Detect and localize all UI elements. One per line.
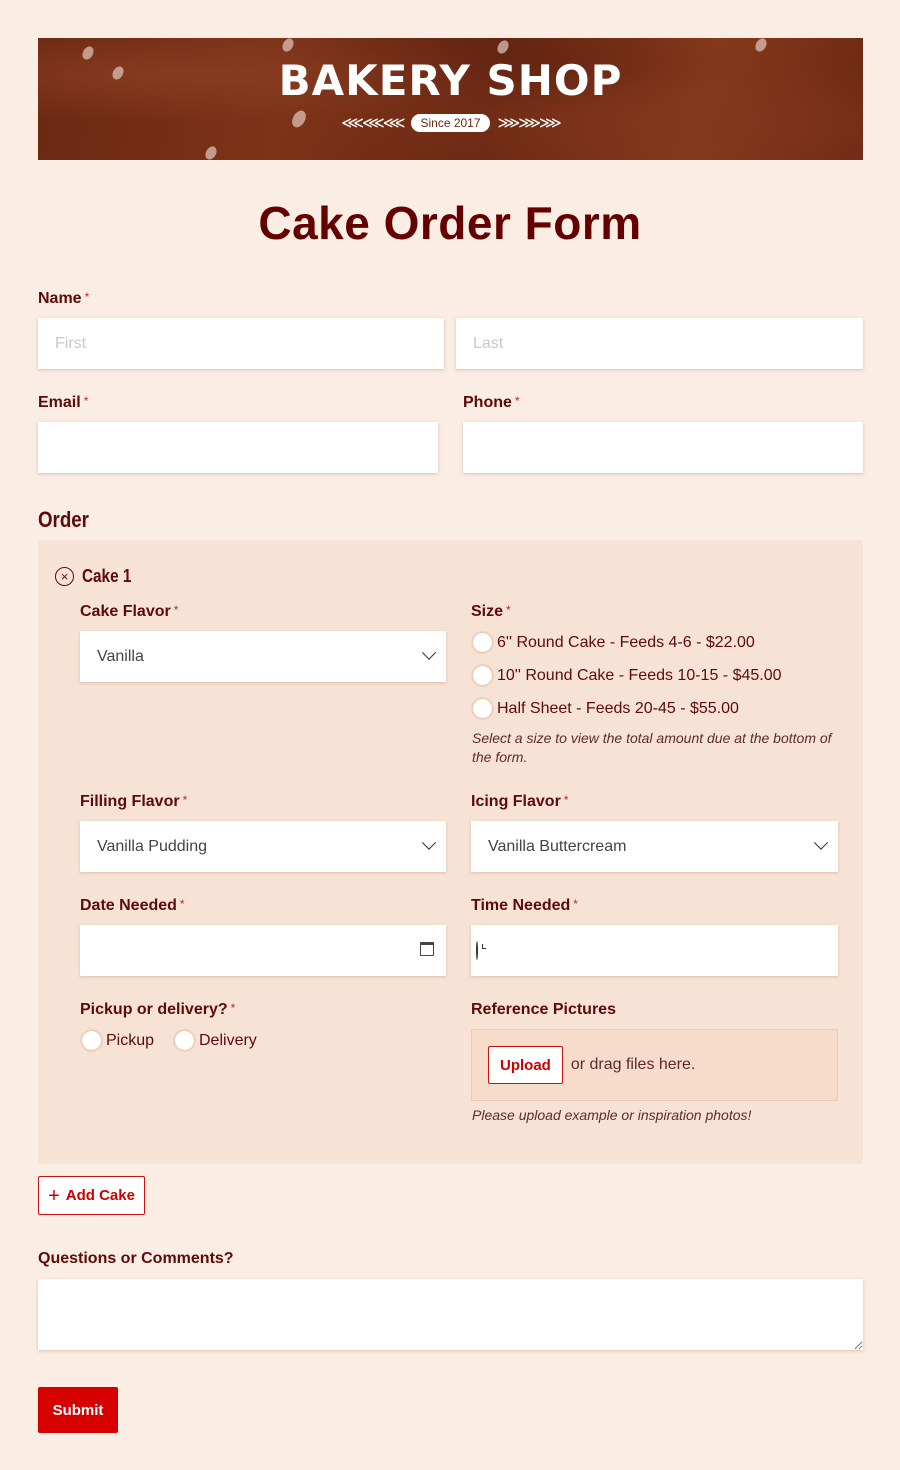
last-name-input[interactable] <box>456 318 863 369</box>
delivery-option[interactable]: Delivery <box>175 1031 257 1050</box>
decor-flake <box>495 38 511 56</box>
chevron-down-icon <box>421 835 437 850</box>
wheat-icon: ⋘⋘⋘ <box>341 115 405 132</box>
icing-flavor-label-text: Icing Flavor <box>471 793 561 810</box>
delivery-option-label: Delivery <box>199 1031 257 1049</box>
submit-button[interactable]: Submit <box>38 1387 118 1433</box>
bakery-banner: BAKERY SHOP ⋘⋘⋘ Since 2017 ⋙⋙⋙ <box>38 38 863 160</box>
required-mark: * <box>84 290 90 304</box>
date-needed-input[interactable] <box>80 925 446 976</box>
email-input[interactable] <box>38 422 438 473</box>
drag-files-text: or drag files here. <box>570 1056 696 1073</box>
filling-flavor-value: Vanilla Pudding <box>97 837 208 855</box>
name-label-text: Name <box>38 290 82 307</box>
size-option-10-round[interactable]: 10'' Round Cake - Feeds 10-15 - $45.00 <box>473 666 782 685</box>
remove-cake-icon[interactable]: × <box>55 567 74 586</box>
cake-title: Cake 1 <box>82 566 132 586</box>
chevron-down-icon <box>813 835 829 850</box>
cake-header: × Cake 1 <box>55 566 140 587</box>
decor-flake <box>753 38 769 54</box>
size-option-label: 10'' Round Cake - Feeds 10-15 - $45.00 <box>497 666 782 684</box>
icing-flavor-label: Icing Flavor * <box>471 793 568 811</box>
pickup-delivery-label: Pickup or delivery? * <box>80 1001 235 1019</box>
banner-subtitle-row: ⋘⋘⋘ Since 2017 ⋙⋙⋙ <box>38 113 863 133</box>
size-help-text: Select a size to view the total amount d… <box>472 730 832 765</box>
required-mark: * <box>179 897 185 911</box>
page-title: Cake Order Form <box>258 197 642 249</box>
required-mark: * <box>182 793 188 807</box>
plus-icon: + <box>48 1184 60 1207</box>
cake-flavor-select[interactable]: Vanilla <box>80 631 446 682</box>
chevron-down-icon <box>421 645 437 660</box>
time-needed-label-text: Time Needed <box>471 897 571 914</box>
radio-button[interactable] <box>473 666 492 685</box>
banner-title: BAKERY SHOP <box>278 56 623 105</box>
comments-label: Questions or Comments? <box>38 1250 234 1267</box>
order-section-title: Order <box>38 507 89 532</box>
email-label-text: Email <box>38 394 81 411</box>
decor-flake <box>203 144 219 160</box>
email-label: Email * <box>38 394 88 412</box>
time-needed-input[interactable] <box>471 925 838 976</box>
filling-flavor-label-text: Filling Flavor <box>80 793 180 810</box>
required-mark: * <box>573 897 578 911</box>
reference-help-text: Please upload example or inspiration pho… <box>472 1107 752 1123</box>
cake-flavor-value: Vanilla <box>97 647 144 665</box>
pickup-delivery-label-text: Pickup or delivery? <box>80 1001 228 1018</box>
reference-pictures-label: Reference Pictures <box>471 1001 616 1018</box>
upload-button[interactable]: Upload <box>488 1046 563 1084</box>
time-needed-label: Time Needed * <box>471 897 578 915</box>
clock-icon[interactable] <box>476 941 478 960</box>
size-option-label: 6'' Round Cake - Feeds 4-6 - $22.00 <box>497 633 755 651</box>
add-cake-label: Add Cake <box>65 1187 135 1204</box>
size-label: Size * <box>471 603 511 621</box>
radio-button[interactable] <box>82 1031 101 1050</box>
size-option-label: Half Sheet - Feeds 20-45 - $55.00 <box>497 699 739 717</box>
size-label-text: Size <box>471 603 504 620</box>
phone-label: Phone * <box>463 394 520 412</box>
pickup-option-label: Pickup <box>106 1031 155 1049</box>
calendar-icon[interactable] <box>420 942 434 956</box>
required-mark: * <box>506 603 511 617</box>
radio-button[interactable] <box>473 633 492 652</box>
add-cake-button[interactable]: + Add Cake <box>38 1176 145 1215</box>
pickup-option[interactable]: Pickup <box>82 1031 154 1050</box>
icing-flavor-value: Vanilla Buttercream <box>488 837 627 855</box>
size-option-half-sheet[interactable]: Half Sheet - Feeds 20-45 - $55.00 <box>473 699 739 718</box>
phone-input[interactable] <box>463 422 863 473</box>
date-needed-label-text: Date Needed <box>80 897 177 914</box>
file-dropzone[interactable]: Upload or drag files here. <box>471 1029 838 1101</box>
filling-flavor-label: Filling Flavor * <box>80 793 187 811</box>
required-mark: * <box>563 793 569 807</box>
size-option-6-round[interactable]: 6'' Round Cake - Feeds 4-6 - $22.00 <box>473 633 755 652</box>
required-mark: * <box>514 394 520 408</box>
since-badge: Since 2017 <box>411 114 490 132</box>
cake-flavor-label: Cake Flavor * <box>80 603 178 621</box>
cake-flavor-label-text: Cake Flavor <box>80 603 171 620</box>
date-needed-label: Date Needed * <box>80 897 185 915</box>
required-mark: * <box>230 1001 236 1015</box>
filling-flavor-select[interactable]: Vanilla Pudding <box>80 821 446 872</box>
name-label: Name * <box>38 290 89 308</box>
radio-button[interactable] <box>175 1031 194 1050</box>
required-mark: * <box>173 603 179 617</box>
wheat-icon: ⋙⋙⋙ <box>497 115 562 132</box>
icing-flavor-select[interactable]: Vanilla Buttercream <box>471 821 838 872</box>
decor-flake <box>280 38 296 54</box>
required-mark: * <box>83 394 89 408</box>
radio-button[interactable] <box>473 699 492 718</box>
comments-textarea[interactable] <box>38 1279 863 1350</box>
phone-label-text: Phone <box>463 394 512 411</box>
first-name-input[interactable] <box>38 318 444 369</box>
